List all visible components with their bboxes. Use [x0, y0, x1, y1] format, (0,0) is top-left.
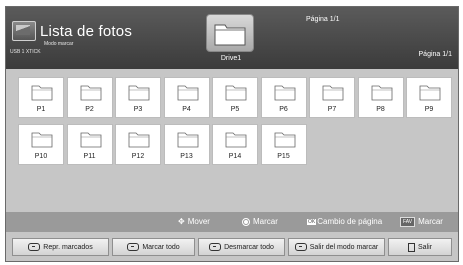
exit-mark-mode-label: Salir del modo marcar [309, 243, 379, 251]
folder-tile[interactable]: P3 [115, 77, 161, 118]
legend-mark-label: Marcar [253, 217, 278, 226]
folder-label: P8 [376, 106, 385, 113]
button-bar: Repr. marcados Marcar todo Desmarcar tod… [6, 234, 458, 261]
folder-label: P1 [36, 106, 46, 113]
folder-icon [31, 132, 53, 148]
remote-button-icon [127, 243, 140, 251]
folder-icon [80, 132, 101, 148]
folder-tile[interactable]: P2 [66, 77, 113, 118]
legend-fav: FAV Marcar [400, 217, 443, 227]
folder-icon [214, 24, 246, 46]
ch-button-icon: OK [307, 218, 317, 225]
legend-move-label: Mover [187, 217, 210, 226]
exit-label: Salir [417, 243, 432, 251]
folder-label: P12 [131, 153, 145, 160]
folder-label: P7 [327, 106, 337, 113]
remote-button-icon [294, 243, 307, 251]
folder-tile[interactable]: P5 [212, 77, 258, 118]
folder-tile[interactable]: P14 [212, 124, 258, 165]
photo-list-icon [12, 21, 36, 41]
folder-tile[interactable]: P7 [309, 77, 355, 118]
exit-icon [407, 242, 415, 252]
photo-list-window: Lista de fotos Modo marcar USB 1 XTICK D… [5, 6, 459, 262]
folder-label: P3 [133, 106, 143, 113]
mark-all-button[interactable]: Marcar todo [112, 238, 195, 256]
folder-tile[interactable]: P15 [260, 124, 307, 165]
folder-label: P14 [228, 153, 242, 160]
folder-tile[interactable]: P11 [66, 124, 113, 165]
mark-all-label: Marcar todo [142, 243, 180, 251]
remote-button-icon [28, 243, 41, 251]
folder-icon [274, 132, 295, 148]
folder-label: P10 [34, 153, 48, 160]
folder-icon [419, 85, 441, 101]
folder-tile[interactable]: P6 [260, 77, 307, 118]
folder-tile[interactable]: P13 [163, 124, 210, 165]
folder-tile[interactable]: P10 [18, 124, 64, 165]
ok-button-icon [242, 217, 250, 226]
folder-tile[interactable]: P8 [357, 77, 404, 118]
folder-icon [322, 85, 344, 101]
folder-label: P4 [182, 106, 191, 113]
unmark-all-button[interactable]: Desmarcar todo [198, 238, 285, 256]
drive-name: Drive1 [220, 55, 242, 62]
legend-page-change-label: Cambio de página [317, 217, 383, 226]
folder-icon [80, 85, 101, 101]
folder-icon [128, 132, 150, 148]
page-indicator: Página 1/1 [418, 51, 452, 58]
legend-page-change: OK Cambio de página [307, 217, 382, 226]
fav-button-icon: FAV [400, 217, 416, 227]
folder-label: P13 [180, 153, 193, 160]
folder-icon [31, 85, 53, 101]
folder-icon [177, 132, 198, 148]
folder-tile[interactable]: P1 [18, 77, 64, 118]
folder-label: P2 [85, 106, 94, 113]
header-bar: Lista de fotos Modo marcar USB 1 XTICK D… [6, 7, 458, 69]
mode-label: Modo marcar [44, 41, 74, 47]
drive-folder-button[interactable] [206, 14, 254, 52]
legend-move: ✥ Mover [178, 217, 210, 226]
folder-label: P15 [277, 153, 290, 160]
folder-label: P9 [424, 106, 434, 113]
remote-button-icon [209, 243, 222, 251]
exit-mark-mode-button[interactable]: Salir del modo marcar [288, 238, 385, 256]
folder-icon [128, 85, 150, 101]
folder-tile[interactable]: P9 [406, 77, 452, 118]
folder-tile[interactable]: P4 [163, 77, 210, 118]
folder-icon [225, 132, 247, 148]
folder-icon [371, 85, 392, 101]
folder-icon [177, 85, 198, 101]
page-title: Lista de fotos [40, 23, 133, 40]
navigation-arrows-icon: ✥ [178, 217, 185, 226]
folder-icon [225, 85, 247, 101]
unmark-all-label: Desmarcar todo [224, 243, 274, 251]
page-indicator-top: Página 1/1 [306, 16, 340, 23]
play-marked-button[interactable]: Repr. marcados [12, 238, 109, 256]
usb-device-label: USB 1 XTICK [10, 49, 41, 55]
folder-label: P5 [230, 106, 240, 113]
exit-button[interactable]: Salir [388, 238, 452, 256]
key-legend: ✥ Mover Marcar OK Cambio de página FAV Marc… [6, 212, 458, 232]
folder-label: P6 [279, 106, 288, 113]
folder-tile[interactable]: P12 [115, 124, 161, 165]
folder-icon [274, 85, 295, 101]
legend-fav-label: Marcar [418, 217, 443, 227]
legend-mark: Marcar [242, 217, 278, 226]
folder-label: P11 [83, 153, 96, 160]
play-marked-label: Repr. marcados [43, 243, 93, 251]
